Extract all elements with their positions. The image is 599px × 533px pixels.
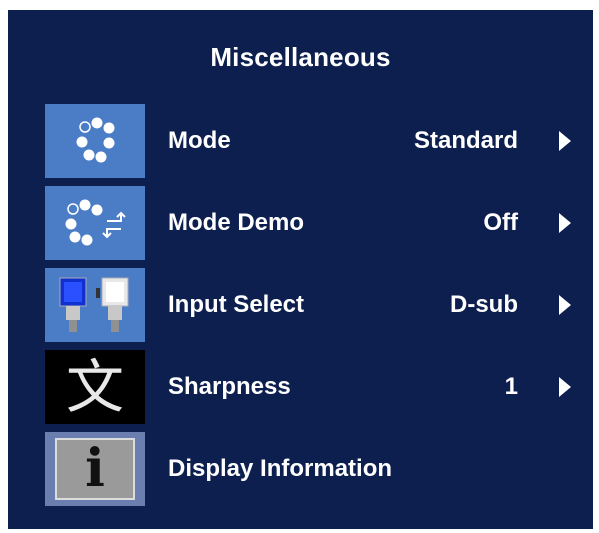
- input-select-arrow-icon: [559, 295, 571, 315]
- mode-demo-label: Mode Demo: [168, 209, 305, 236]
- sharpness-glyph: 文: [65, 353, 124, 421]
- menu-item-mode-demo[interactable]: Mode Demo Off: [8, 186, 593, 260]
- menu-item-display-information[interactable]: i Display Information: [8, 432, 593, 506]
- connector-plugs-icon: [45, 268, 145, 342]
- chinese-character-icon: 文: [45, 350, 145, 424]
- menu-item-input-select[interactable]: Input Select D-sub: [8, 268, 593, 342]
- mode-arrow-icon: [559, 131, 571, 151]
- display-information-label: Display Information: [168, 455, 393, 482]
- sharpness-arrow-icon: [559, 377, 571, 397]
- mode-demo-arrow-icon: [559, 213, 571, 233]
- menu-title: Miscellaneous: [210, 42, 391, 72]
- info-glyph: i: [85, 438, 105, 499]
- sharpness-label: Sharpness: [168, 373, 291, 400]
- mode-label: Mode: [168, 127, 231, 154]
- menu-item-sharpness[interactable]: 文 Sharpness 1: [8, 350, 593, 424]
- mode-demo-value: Off: [483, 209, 518, 236]
- sharpness-value: 1: [504, 373, 518, 400]
- dots-demo-icon: [45, 186, 145, 260]
- mode-value: Standard: [413, 127, 518, 154]
- menu-item-mode[interactable]: Mode Standard: [8, 104, 593, 178]
- dots-circle-icon: [45, 104, 145, 178]
- info-icon: i: [45, 432, 145, 506]
- osd-menu-panel: Miscellaneous Mode Standard Mode Demo Of…: [8, 10, 593, 529]
- input-select-label: Input Select: [168, 291, 305, 318]
- input-select-value: D-sub: [450, 291, 518, 318]
